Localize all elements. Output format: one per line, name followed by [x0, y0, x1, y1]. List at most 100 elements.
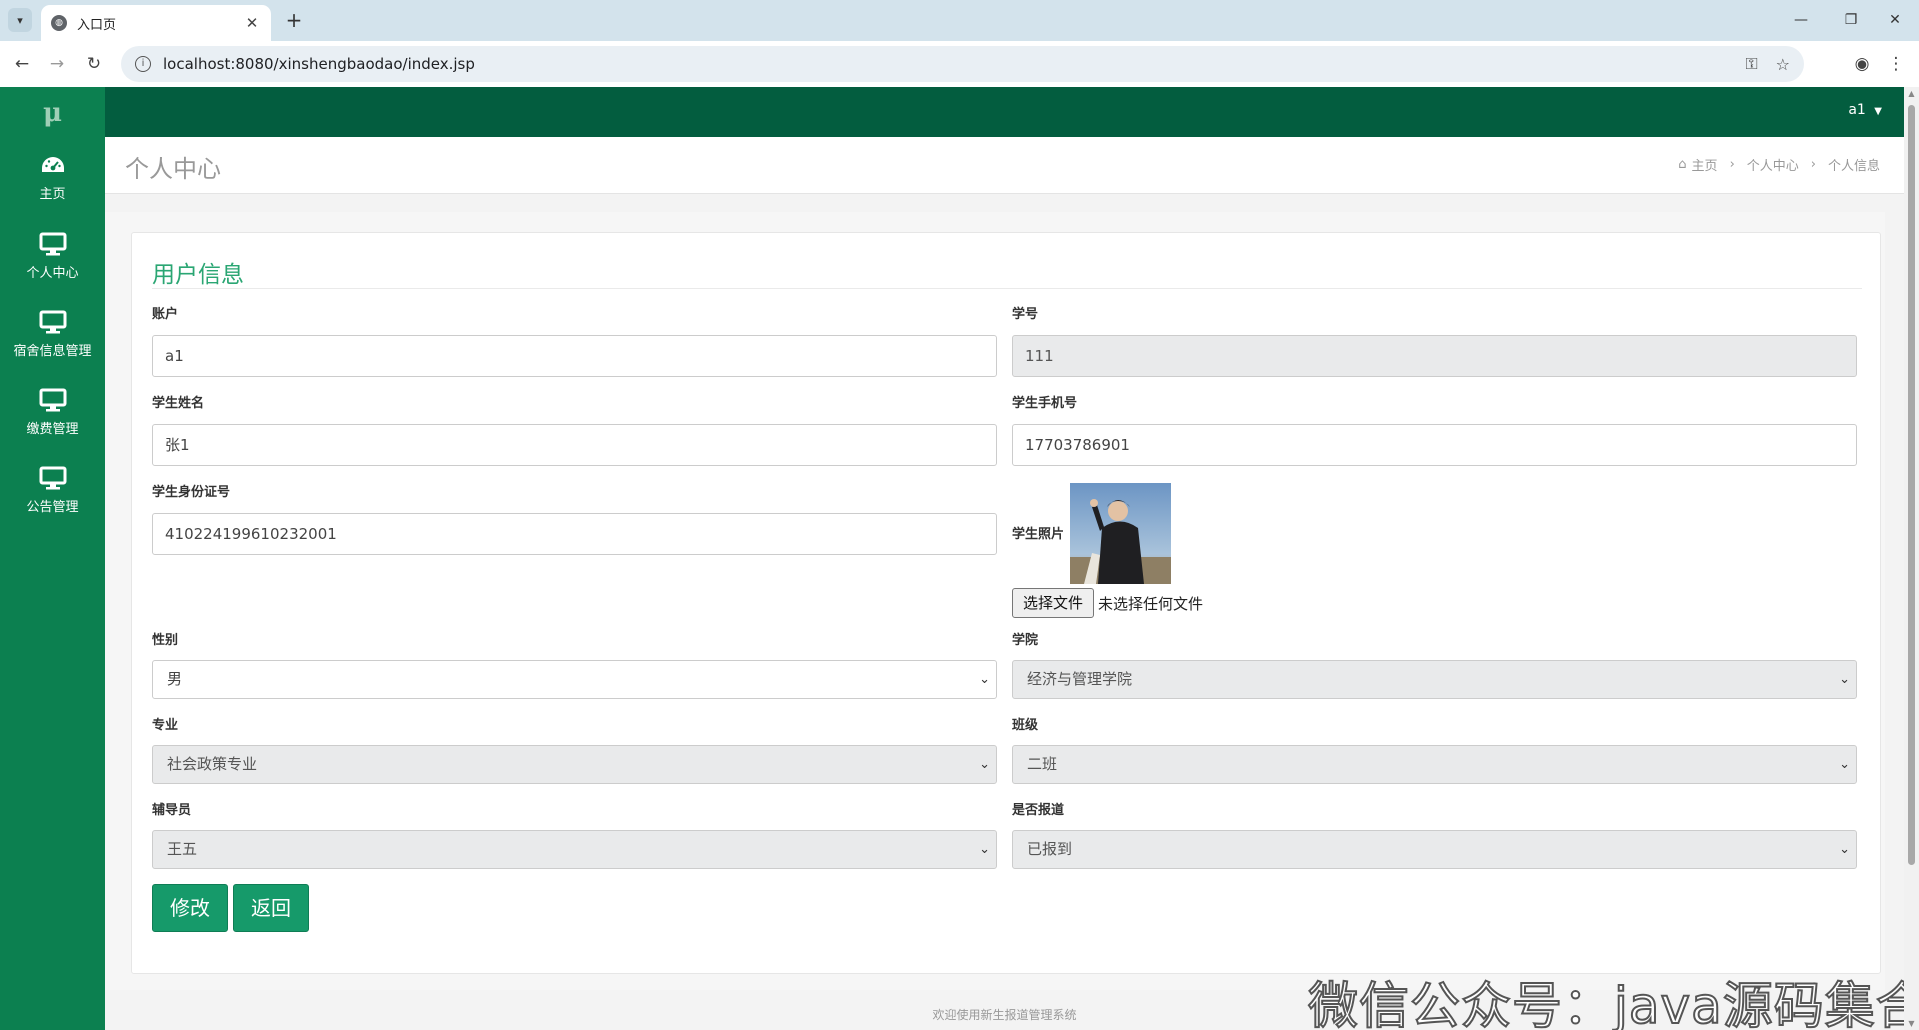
file-status-text: 未选择任何文件 — [1098, 595, 1204, 613]
class-select: 二班 ⌄ — [1012, 745, 1857, 784]
reported-label: 是否报道 — [1012, 803, 1065, 818]
counselor-select: 王五 ⌄ — [152, 830, 997, 869]
chevron-down-icon: ⌄ — [979, 672, 990, 687]
page-title: 个人中心 — [125, 155, 221, 183]
monitor-icon — [39, 310, 66, 333]
url-text[interactable]: localhost:8080/xinshengbaodao/index.jsp — [163, 55, 1727, 73]
account-input[interactable]: a1 — [152, 335, 997, 377]
photo-label: 学生照片 — [1012, 527, 1065, 542]
id-card-input[interactable]: 410224199610232001 — [152, 513, 997, 555]
college-value: 经济与管理学院 — [1027, 670, 1133, 688]
profile-icon[interactable]: ◉ — [1848, 50, 1876, 78]
breadcrumb-personal-center[interactable]: 个人中心 — [1747, 155, 1799, 174]
dashboard-icon — [41, 156, 64, 172]
student-photo — [1070, 483, 1171, 584]
gender-label: 性别 — [152, 633, 179, 648]
student-no-label: 学号 — [1012, 307, 1039, 322]
scrollbar-thumb[interactable] — [1908, 105, 1915, 865]
key-icon[interactable]: ⚿ — [1745, 54, 1757, 74]
breadcrumb: ⌂ 主页 › 个人中心 › 个人信息 — [1678, 155, 1880, 174]
phone-input[interactable]: 17703786901 — [1012, 424, 1857, 466]
name-label: 学生姓名 — [152, 396, 205, 411]
divider — [152, 288, 1862, 289]
browser-toolbar: ← → ↻ i localhost:8080/xinshengbaodao/in… — [0, 41, 1919, 87]
info-icon[interactable]: i — [135, 56, 151, 72]
browser-tabstrip: ▾ ◍ 入口页 ✕ + — ❐ ✕ — [0, 0, 1919, 41]
user-info-panel: 用户信息 账户 a1 学号 111 学生姓名 张1 学生手机号 17703786… — [131, 232, 1881, 974]
reported-select: 已报到 ⌄ — [1012, 830, 1857, 869]
sidebar: μ 主页 个人中心 宿舍信息管理 缴费管理 公告管理 — [0, 87, 105, 1030]
page-scrollbar[interactable]: ▲ ▼ — [1904, 87, 1919, 1030]
tab-title: 入口页 — [77, 17, 117, 33]
chevron-down-icon: ⌄ — [979, 842, 990, 857]
major-select: 社会政策专业 ⌄ — [152, 745, 997, 784]
back-button[interactable]: 返回 — [233, 884, 309, 932]
monitor-icon — [39, 466, 66, 489]
user-name: a1 — [1848, 102, 1866, 118]
reported-value: 已报到 — [1027, 840, 1073, 858]
close-icon[interactable]: ✕ — [243, 14, 261, 32]
counselor-label: 辅导员 — [152, 803, 192, 818]
new-tab-button[interactable]: + — [282, 8, 306, 32]
tab-search-button[interactable]: ▾ — [8, 8, 32, 32]
more-menu-icon[interactable]: ⋮ — [1882, 50, 1910, 78]
address-bar[interactable]: i localhost:8080/xinshengbaodao/index.js… — [121, 46, 1804, 82]
sidebar-item-home[interactable]: 主页 — [0, 139, 105, 217]
reload-button[interactable]: ↻ — [80, 50, 108, 78]
user-dropdown[interactable]: a1 ▼ — [1848, 102, 1882, 118]
college-label: 学院 — [1012, 633, 1039, 648]
scroll-down-icon[interactable]: ▼ — [1907, 1019, 1916, 1028]
choose-file-button[interactable]: 选择文件 — [1012, 588, 1094, 618]
watermark: 微信公众号：java源码集合 — [1307, 976, 1919, 1030]
gender-value: 男 — [167, 670, 183, 688]
minimize-button[interactable]: — — [1786, 8, 1816, 32]
name-input[interactable]: 张1 — [152, 424, 997, 466]
monitor-icon — [39, 388, 66, 411]
chevron-down-icon: ⌄ — [1839, 842, 1850, 857]
gender-select[interactable]: 男 ⌄ — [152, 660, 997, 699]
sidebar-item-label: 个人中心 — [26, 265, 79, 281]
star-icon[interactable]: ☆ — [1776, 55, 1790, 74]
sidebar-item-label: 缴费管理 — [26, 421, 79, 437]
globe-icon: ◍ — [51, 15, 67, 31]
chevron-down-icon: ⌄ — [1839, 757, 1850, 772]
chevron-right-icon: › — [1810, 157, 1816, 172]
content-area: 用户信息 账户 a1 学号 111 学生姓名 张1 学生手机号 17703786… — [105, 212, 1885, 990]
college-select: 经济与管理学院 ⌄ — [1012, 660, 1857, 699]
caret-down-icon: ▼ — [1874, 106, 1882, 117]
chevron-down-icon: ▾ — [17, 13, 23, 27]
sidebar-item-label: 公告管理 — [26, 499, 79, 515]
class-label: 班级 — [1012, 718, 1039, 733]
sidebar-item-label: 主页 — [39, 186, 66, 202]
monitor-icon — [39, 232, 66, 255]
modify-button[interactable]: 修改 — [152, 884, 228, 932]
sidebar-item-dorm[interactable]: 宿舍信息管理 — [0, 295, 105, 373]
scroll-up-icon[interactable]: ▲ — [1907, 89, 1916, 98]
chevron-down-icon: ⌄ — [979, 757, 990, 772]
class-value: 二班 — [1027, 755, 1058, 773]
sidebar-item-label: 宿舍信息管理 — [13, 343, 92, 359]
sidebar-item-payment[interactable]: 缴费管理 — [0, 373, 105, 451]
app-logo[interactable]: μ — [0, 87, 105, 139]
panel-title: 用户信息 — [152, 262, 244, 288]
phone-label: 学生手机号 — [1012, 396, 1078, 411]
page-header: 个人中心 ⌂ 主页 › 个人中心 › 个人信息 — [105, 137, 1904, 194]
major-value: 社会政策专业 — [167, 755, 258, 773]
student-no-input: 111 — [1012, 335, 1857, 377]
counselor-value: 王五 — [167, 840, 198, 858]
breadcrumb-home[interactable]: 主页 — [1692, 155, 1718, 174]
window-close-button[interactable]: ✕ — [1880, 8, 1910, 32]
back-button[interactable]: ← — [8, 50, 36, 78]
restore-button[interactable]: ❐ — [1836, 8, 1866, 32]
browser-tab[interactable]: ◍ 入口页 ✕ — [41, 5, 271, 41]
major-label: 专业 — [152, 718, 179, 733]
forward-button[interactable]: → — [43, 50, 71, 78]
home-icon: ⌂ — [1678, 157, 1687, 172]
top-navbar: a1 ▼ — [105, 87, 1904, 137]
id-card-label: 学生身份证号 — [152, 485, 231, 500]
chevron-right-icon: › — [1729, 157, 1735, 172]
account-label: 账户 — [152, 307, 179, 322]
sidebar-item-notice[interactable]: 公告管理 — [0, 451, 105, 529]
sidebar-item-personal-center[interactable]: 个人中心 — [0, 217, 105, 295]
breadcrumb-current: 个人信息 — [1827, 159, 1880, 174]
